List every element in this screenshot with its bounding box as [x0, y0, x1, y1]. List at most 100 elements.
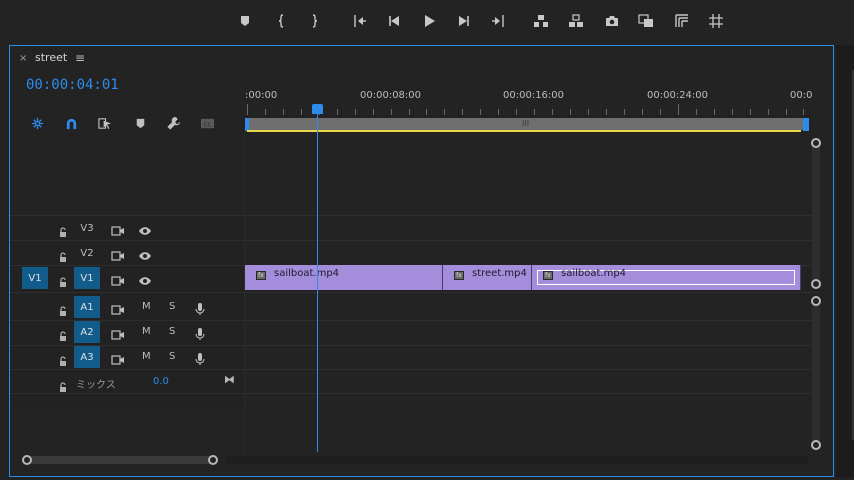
- marker-icon[interactable]: [234, 10, 256, 32]
- track-divider: [10, 393, 820, 394]
- lock-icon[interactable]: [58, 326, 68, 341]
- eye-icon[interactable]: [138, 272, 152, 285]
- sequence-tab-title[interactable]: street: [35, 51, 67, 64]
- wrench-icon[interactable]: [163, 114, 183, 132]
- track-name-a2[interactable]: A2: [74, 321, 100, 343]
- zoom-grip-icon[interactable]: III: [522, 119, 529, 128]
- lock-icon[interactable]: [58, 272, 68, 287]
- sync-lock-icon[interactable]: [111, 222, 125, 236]
- mute-button[interactable]: M: [142, 326, 151, 337]
- timeline-horizontal-scrollbar[interactable]: [225, 456, 809, 464]
- play-icon[interactable]: [418, 10, 440, 32]
- mix-jump-icon[interactable]: ⧓: [224, 373, 235, 386]
- scroll-knob-right[interactable]: [208, 455, 218, 465]
- track-name-a1[interactable]: A1: [74, 296, 100, 318]
- track-divider: [10, 320, 820, 321]
- mute-button[interactable]: M: [142, 351, 151, 362]
- camera-icon[interactable]: [601, 10, 623, 32]
- step-forward-icon[interactable]: [453, 10, 475, 32]
- microphone-icon[interactable]: [193, 325, 207, 340]
- safe-margins-icon[interactable]: [671, 10, 693, 32]
- ruler-tick: [750, 109, 751, 115]
- mix-volume-value[interactable]: 0.0: [153, 376, 169, 387]
- linked-selection-icon[interactable]: [95, 114, 115, 132]
- track-name-v2[interactable]: V2: [74, 242, 100, 264]
- lock-icon[interactable]: [58, 377, 68, 392]
- scroll-knob-left[interactable]: [22, 455, 32, 465]
- solo-button[interactable]: S: [169, 351, 175, 362]
- fx-badge: fx: [543, 271, 553, 280]
- compare-icon[interactable]: [635, 10, 657, 32]
- playhead-line[interactable]: [317, 112, 318, 452]
- transport-bar: [0, 0, 854, 44]
- sync-lock-icon[interactable]: [111, 272, 125, 286]
- eye-icon[interactable]: [138, 247, 152, 260]
- zoom-handle-right[interactable]: [803, 118, 809, 131]
- nest-icon[interactable]: [27, 114, 47, 132]
- grid-icon[interactable]: [705, 10, 727, 32]
- snap-icon[interactable]: [61, 114, 81, 132]
- go-to-in-icon[interactable]: [349, 10, 371, 32]
- mute-button[interactable]: M: [142, 301, 151, 312]
- scroll-knob-bottom[interactable]: [811, 440, 821, 450]
- ruler-tick: [552, 109, 553, 115]
- ruler-tick: [498, 109, 499, 115]
- clip-street[interactable]: fx street.mp4: [443, 265, 532, 290]
- microphone-icon[interactable]: [193, 300, 207, 315]
- track-name-v3[interactable]: V3: [74, 217, 100, 239]
- audio-vertical-scrollbar[interactable]: [812, 298, 820, 448]
- source-patch-v1[interactable]: V1: [22, 267, 48, 289]
- track-name-a3[interactable]: A3: [74, 346, 100, 368]
- scroll-knob-top[interactable]: [811, 138, 821, 148]
- mix-track-label: ミックス: [76, 380, 116, 391]
- ruler-tick: [337, 109, 338, 115]
- clip-sailboat-2[interactable]: fx sailboat.mp4: [532, 265, 801, 290]
- sync-lock-icon[interactable]: [111, 301, 125, 315]
- ruler-label: :00:00: [245, 90, 278, 101]
- video-vertical-scrollbar[interactable]: [812, 142, 820, 287]
- premiere-window: × street ≡ 00:00:04:01 CC :00:00 00:00:0…: [0, 0, 854, 480]
- solo-button[interactable]: S: [169, 326, 175, 337]
- add-marker-icon[interactable]: [130, 114, 150, 132]
- playhead-handle[interactable]: [312, 104, 323, 114]
- ruler-tick: [462, 109, 463, 115]
- track-divider: [10, 215, 820, 216]
- go-to-out-icon[interactable]: [487, 10, 509, 32]
- track-name-v1[interactable]: V1: [74, 267, 100, 289]
- ruler-tick: [606, 109, 607, 115]
- lock-icon[interactable]: [58, 351, 68, 366]
- ruler-tick: [409, 109, 410, 115]
- clip-sailboat-1[interactable]: fx sailboat.mp4: [245, 265, 443, 290]
- scroll-knob-bottom[interactable]: [811, 279, 821, 289]
- playhead-timecode[interactable]: 00:00:04:01: [26, 77, 119, 93]
- microphone-icon[interactable]: [193, 350, 207, 365]
- panel-menu-icon[interactable]: ≡: [75, 51, 85, 65]
- scroll-knob-top[interactable]: [811, 296, 821, 306]
- ruler-tick: [786, 109, 787, 115]
- track-divider: [10, 240, 820, 241]
- extract-icon[interactable]: [565, 10, 587, 32]
- work-area-bar[interactable]: [247, 130, 801, 132]
- lock-icon[interactable]: [58, 222, 68, 237]
- lock-icon[interactable]: [58, 301, 68, 316]
- step-back-icon[interactable]: [383, 10, 405, 32]
- sync-lock-icon[interactable]: [111, 247, 125, 261]
- ruler-tick: [732, 109, 733, 115]
- ruler-tick: [247, 104, 248, 115]
- mark-in-icon[interactable]: [271, 10, 293, 32]
- solo-button[interactable]: S: [169, 301, 175, 312]
- lock-icon[interactable]: [58, 247, 68, 262]
- captions-icon[interactable]: CC: [197, 114, 217, 132]
- ruler-tick: [624, 109, 625, 115]
- ruler-tick: [570, 109, 571, 115]
- ruler-tick: [678, 104, 679, 115]
- sync-lock-icon[interactable]: [111, 326, 125, 340]
- tab-close-icon[interactable]: ×: [19, 53, 27, 64]
- header-horizontal-scrollbar[interactable]: [24, 456, 218, 464]
- lift-icon[interactable]: [530, 10, 552, 32]
- ruler-tick: [696, 109, 697, 115]
- ruler-tick: [426, 109, 427, 115]
- eye-icon[interactable]: [138, 222, 152, 235]
- sync-lock-icon[interactable]: [111, 351, 125, 365]
- mark-out-icon[interactable]: [303, 10, 325, 32]
